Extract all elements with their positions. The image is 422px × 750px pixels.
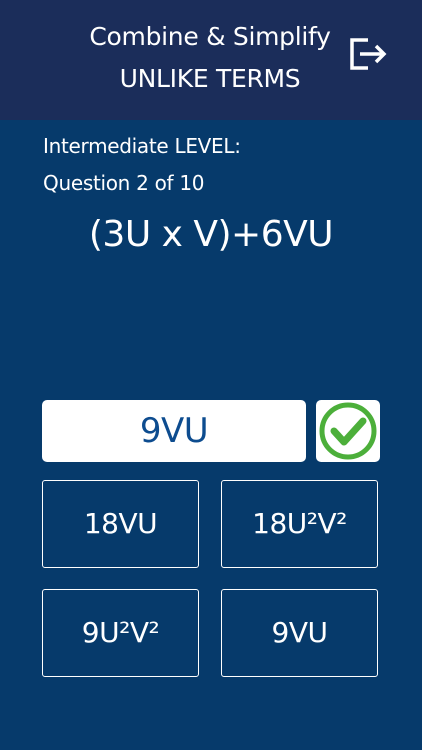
checkmark-icon (319, 402, 377, 460)
question-number: Question 2 of 10 (43, 171, 205, 195)
option-button-4[interactable]: 9VU (221, 589, 378, 677)
header-title-line1: Combine & Simplify (89, 22, 331, 51)
answer-status-badge (316, 400, 380, 462)
question-expression: (3U x V)+6VU (88, 214, 334, 255)
header-title-line2: UNLIKE TERMS (119, 64, 301, 93)
header-bar: Combine & Simplify UNLIKE TERMS (0, 0, 422, 120)
selected-answer: 9VU (42, 400, 306, 462)
exit-button[interactable] (346, 34, 390, 74)
option-button-2[interactable]: 18U²V² (221, 480, 378, 568)
option-button-3[interactable]: 9U²V² (42, 589, 199, 677)
level-label: Intermediate LEVEL: (43, 134, 241, 158)
option-button-1[interactable]: 18VU (42, 480, 199, 568)
exit-icon (350, 38, 387, 70)
